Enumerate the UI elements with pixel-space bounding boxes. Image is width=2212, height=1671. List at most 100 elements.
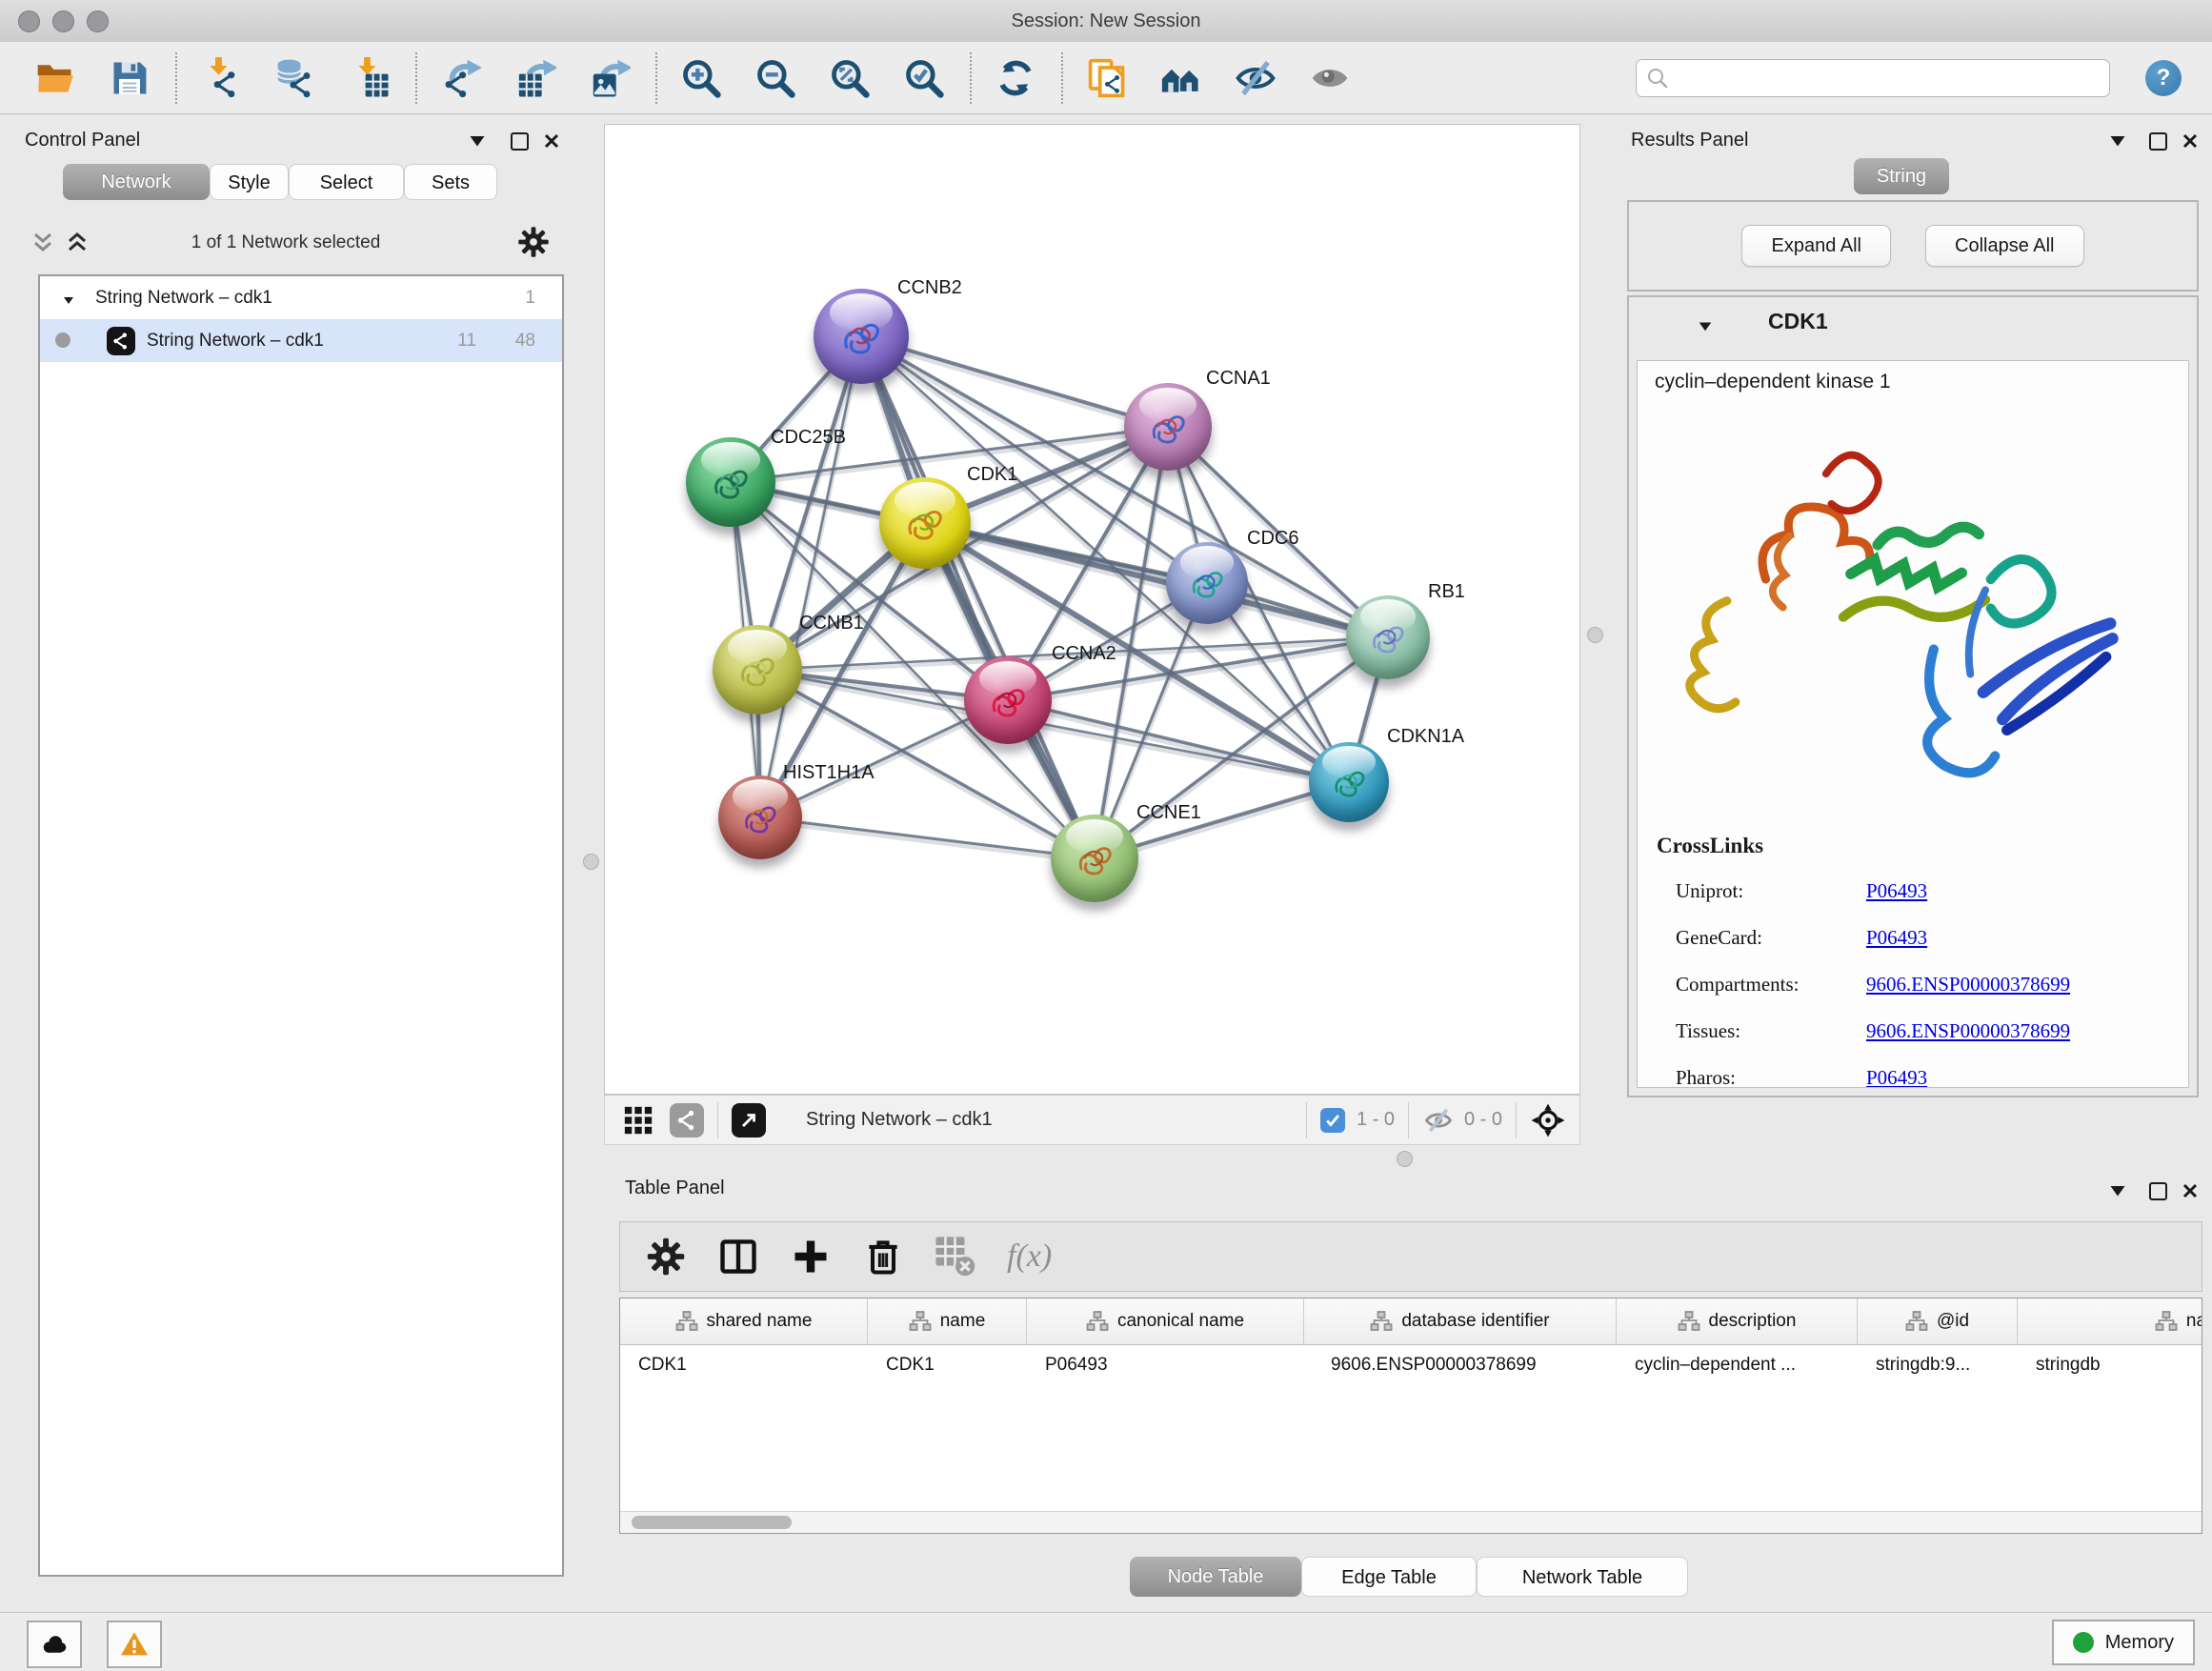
panel-menu-icon[interactable] — [2107, 133, 2128, 151]
tab-sets[interactable]: Sets — [404, 164, 497, 200]
table-cell: CDK1 — [620, 1355, 868, 1376]
column-header-canonicalname[interactable]: canonical name — [1027, 1299, 1304, 1344]
birdseye-icon[interactable] — [1530, 1102, 1566, 1138]
crosslink-link[interactable]: P06493 — [1866, 1066, 1927, 1088]
network-share-toggle-icon[interactable] — [670, 1103, 704, 1137]
tab-select[interactable]: Select — [289, 164, 404, 200]
network-node-CDKN1A[interactable] — [1309, 742, 1389, 822]
selected-counts: 1 - 0 — [1357, 1109, 1395, 1131]
warnings-button[interactable] — [107, 1621, 162, 1668]
add-column-icon[interactable] — [790, 1236, 832, 1278]
export-table-button[interactable] — [513, 55, 558, 101]
tab-style[interactable]: Style — [210, 164, 289, 200]
network-node-CDK1[interactable] — [879, 477, 971, 569]
show-all-button[interactable] — [1307, 55, 1353, 101]
tab-network-table[interactable]: Network Table — [1477, 1557, 1688, 1597]
crosslink-link[interactable]: 9606.ENSP00000378699 — [1866, 973, 2070, 997]
scrollbar-thumb[interactable] — [632, 1516, 792, 1529]
collapse-all-button[interactable]: Collapse All — [1925, 225, 2084, 267]
zoom-fit-button[interactable] — [827, 55, 873, 101]
toolbar-separator — [1061, 52, 1063, 104]
network-collection-row[interactable]: String Network – cdk1 1 — [40, 276, 562, 319]
panel-divider-grip[interactable] — [1587, 627, 1603, 643]
selected-checkbox-icon[interactable] — [1320, 1108, 1345, 1133]
open-session-button[interactable] — [32, 55, 78, 101]
cloud-status-button[interactable] — [27, 1621, 82, 1668]
help-button[interactable]: ? — [2145, 60, 2182, 96]
collapse-section-icon[interactable] — [1696, 320, 1715, 334]
hidden-eye-icon[interactable] — [1422, 1106, 1455, 1135]
column-header-namespace[interactable]: namespace — [2018, 1299, 2202, 1344]
network-canvas[interactable]: CCNB2CCNA1CDC25BCDK1CDC6RB1CCNB1CCNA2CDK… — [604, 124, 1580, 1095]
refresh-view-button[interactable] — [993, 55, 1038, 101]
tab-node-table[interactable]: Node Table — [1130, 1557, 1301, 1597]
float-panel-icon[interactable] — [2149, 1182, 2167, 1200]
delete-column-icon[interactable] — [862, 1236, 904, 1278]
search-input[interactable] — [1677, 67, 2109, 90]
crosslink-link[interactable]: P06493 — [1866, 879, 1927, 903]
crosslink-link[interactable]: P06493 — [1866, 926, 1927, 950]
table-options-gear-icon[interactable] — [645, 1236, 687, 1278]
open-in-new-icon[interactable] — [732, 1103, 766, 1137]
tab-string[interactable]: String — [1854, 158, 1949, 194]
crosslink-row: Uniprot: P06493 — [1676, 879, 2189, 903]
search-box[interactable] — [1636, 59, 2110, 97]
column-header-databaseidentifier[interactable]: database identifier — [1304, 1299, 1617, 1344]
column-header-description[interactable]: description — [1617, 1299, 1858, 1344]
export-image-button[interactable] — [587, 55, 633, 101]
close-panel-icon[interactable] — [543, 132, 560, 150]
zoom-out-button[interactable] — [753, 55, 798, 101]
panel-divider-grip[interactable] — [583, 854, 599, 870]
node-label-RB1: RB1 — [1428, 581, 1465, 603]
import-table-file-button[interactable] — [347, 55, 392, 101]
save-session-button[interactable] — [107, 55, 152, 101]
crosslink-label: Pharos: — [1676, 1066, 1736, 1088]
memory-button[interactable]: Memory — [2052, 1620, 2195, 1665]
tab-edge-table[interactable]: Edge Table — [1301, 1557, 1477, 1597]
zoom-in-button[interactable] — [678, 55, 724, 101]
network-node-CDC6[interactable] — [1166, 542, 1248, 624]
column-header-id[interactable]: @id — [1858, 1299, 2018, 1344]
close-panel-icon[interactable] — [2182, 1182, 2199, 1199]
float-panel-icon[interactable] — [2149, 132, 2167, 151]
grid-view-icon[interactable] — [622, 1104, 654, 1137]
network-node-CCNE1[interactable] — [1051, 815, 1138, 902]
network-node-RB1[interactable] — [1346, 595, 1430, 679]
panel-divider-grip[interactable] — [1397, 1151, 1413, 1167]
close-panel-icon[interactable] — [2182, 132, 2199, 150]
copy-network-button[interactable] — [1084, 55, 1130, 101]
network-node-CCNA1[interactable] — [1124, 383, 1212, 471]
crosslink-link[interactable]: 9606.ENSP00000378699 — [1866, 1019, 2070, 1043]
hide-selected-button[interactable] — [1233, 55, 1278, 101]
column-header-name[interactable]: name — [868, 1299, 1027, 1344]
network-row-selected[interactable]: String Network – cdk1 11 48 — [40, 319, 562, 362]
export-network-button[interactable] — [438, 55, 484, 101]
network-node-CCNB2[interactable] — [814, 289, 909, 384]
horizontal-scrollbar[interactable] — [620, 1511, 2202, 1533]
show-columns-icon[interactable] — [717, 1236, 759, 1278]
network-edges[interactable] — [605, 125, 1579, 1094]
node-table[interactable]: shared namenamecanonical namedatabase id… — [619, 1298, 2202, 1534]
table-row[interactable]: CDK1CDK1P064939606.ENSP00000378699cyclin… — [620, 1345, 2202, 1385]
network-node-CCNB1[interactable] — [713, 625, 802, 715]
node-label-CDC6: CDC6 — [1247, 528, 1298, 550]
float-panel-icon[interactable] — [511, 132, 529, 151]
crosslink-label: Uniprot: — [1676, 879, 1743, 902]
network-options-gear-icon[interactable] — [516, 225, 551, 259]
zoom-selected-button[interactable] — [901, 55, 947, 101]
protein-thumbnail-icon — [1321, 756, 1377, 813]
protein-thumbnail-icon — [1137, 399, 1198, 460]
network-node-HIST1H1A[interactable] — [718, 775, 802, 859]
string-protein-query-button[interactable] — [1158, 55, 1204, 101]
collection-expand-icon[interactable] — [61, 292, 76, 303]
panel-menu-icon[interactable] — [467, 133, 488, 151]
tab-network[interactable]: Network — [63, 164, 210, 200]
network-node-CDC25B[interactable] — [686, 437, 775, 527]
column-header-sharedname[interactable]: shared name — [620, 1299, 868, 1344]
expand-all-button[interactable]: Expand All — [1741, 225, 1891, 267]
import-network-file-button[interactable] — [198, 55, 244, 101]
panel-menu-icon[interactable] — [2107, 1183, 2128, 1200]
protein-name: CDK1 — [1768, 309, 1828, 334]
network-node-CCNA2[interactable] — [964, 656, 1052, 744]
import-network-database-button[interactable] — [272, 55, 318, 101]
